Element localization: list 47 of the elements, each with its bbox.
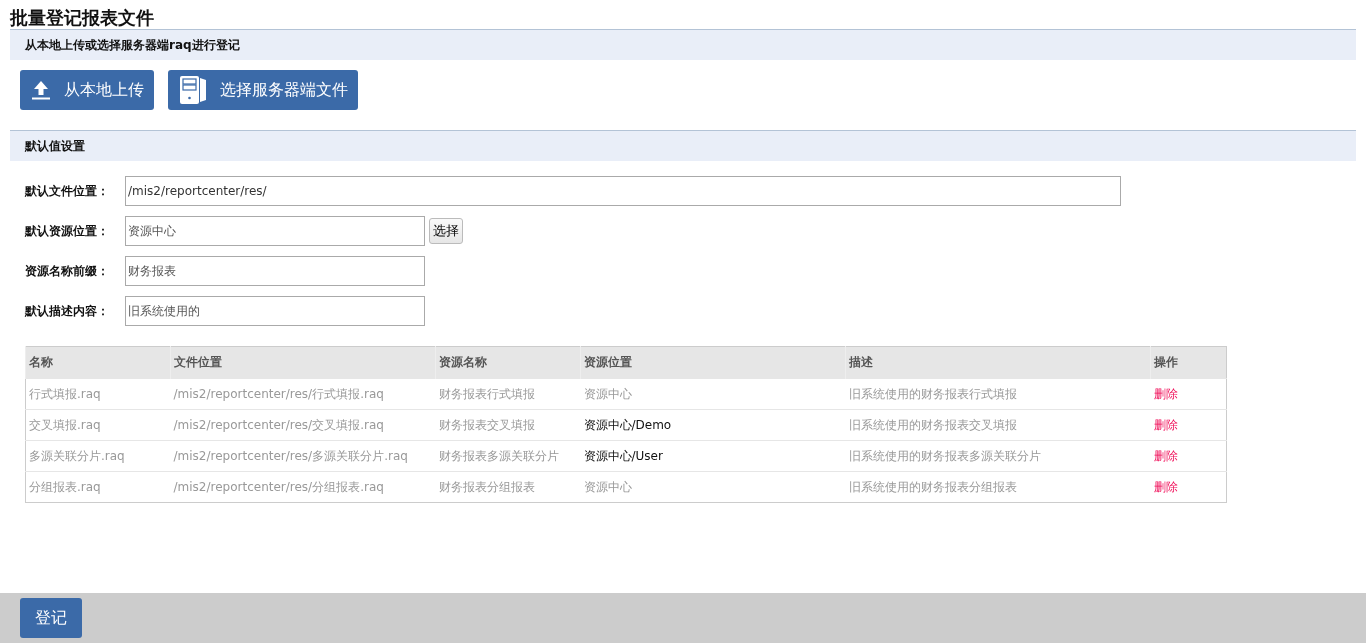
register-button[interactable]: 登记: [20, 598, 82, 638]
table-cell: 财务报表交叉填报: [435, 409, 581, 441]
table-cell: 资源中心: [580, 378, 846, 410]
table-cell: 多源关联分片.raq: [25, 440, 171, 472]
column-header: 资源位置: [580, 346, 846, 379]
delete-link[interactable]: 删除: [1153, 386, 1178, 401]
field-label: 默认文件位置：: [25, 182, 110, 200]
section-heading: 默认值设置: [25, 137, 85, 155]
table-cell: 资源中心/Demo: [580, 409, 846, 441]
table-cell: /mis2/reportcenter/res/多源关联分片.raq: [170, 440, 436, 472]
table-cell: 旧系统使用的财务报表交叉填报: [845, 409, 1151, 441]
field-label: 默认描述内容：: [25, 302, 110, 320]
delete-link[interactable]: 删除: [1153, 479, 1178, 494]
field-label: 资源名称前缀：: [25, 262, 110, 280]
server-file-button[interactable]: 选择服务器端文件: [168, 70, 358, 110]
table-cell: 旧系统使用的财务报表多源关联分片: [845, 440, 1151, 472]
upload-button[interactable]: 从本地上传: [20, 70, 154, 110]
table-cell: /mis2/reportcenter/res/交叉填报.raq: [170, 409, 436, 441]
delete-link[interactable]: 删除: [1153, 417, 1178, 432]
table-cell: 旧系统使用的财务报表分组报表: [845, 471, 1151, 503]
table-cell: 分组报表.raq: [25, 471, 171, 503]
table-cell: /mis2/reportcenter/res/行式填报.raq: [170, 378, 436, 410]
delete-link[interactable]: 删除: [1153, 448, 1178, 463]
text-field[interactable]: 资源中心: [125, 216, 425, 246]
computer-tower-icon: [180, 76, 206, 104]
table-cell: 旧系统使用的财务报表行式填报: [845, 378, 1151, 410]
column-header: 资源名称: [435, 346, 581, 379]
text-field[interactable]: /mis2/reportcenter/res/: [125, 176, 1121, 206]
table-cell: /mis2/reportcenter/res/分组报表.raq: [170, 471, 436, 503]
table-cell: 财务报表分组报表: [435, 471, 581, 503]
table-cell: 资源中心: [580, 471, 846, 503]
table-cell: 行式填报.raq: [25, 378, 171, 410]
table-cell: 财务报表多源关联分片: [435, 440, 581, 472]
upload-icon: [32, 80, 50, 100]
field-label: 默认资源位置：: [25, 222, 110, 240]
table-cell: 财务报表行式填报: [435, 378, 581, 410]
column-header: 文件位置: [170, 346, 436, 379]
text-field[interactable]: 旧系统使用的: [125, 296, 425, 326]
section-heading: 从本地上传或选择服务器端raq进行登记: [25, 36, 240, 54]
text-field[interactable]: 财务报表: [125, 256, 425, 286]
page-title: 批量登记报表文件: [9, 6, 155, 29]
select-button[interactable]: 选择: [429, 218, 463, 244]
table-cell: 资源中心/User: [580, 440, 846, 472]
column-header: 操作: [1150, 346, 1227, 379]
table-cell: 交叉填报.raq: [25, 409, 171, 441]
column-header: 名称: [25, 346, 171, 379]
column-header: 描述: [845, 346, 1151, 379]
